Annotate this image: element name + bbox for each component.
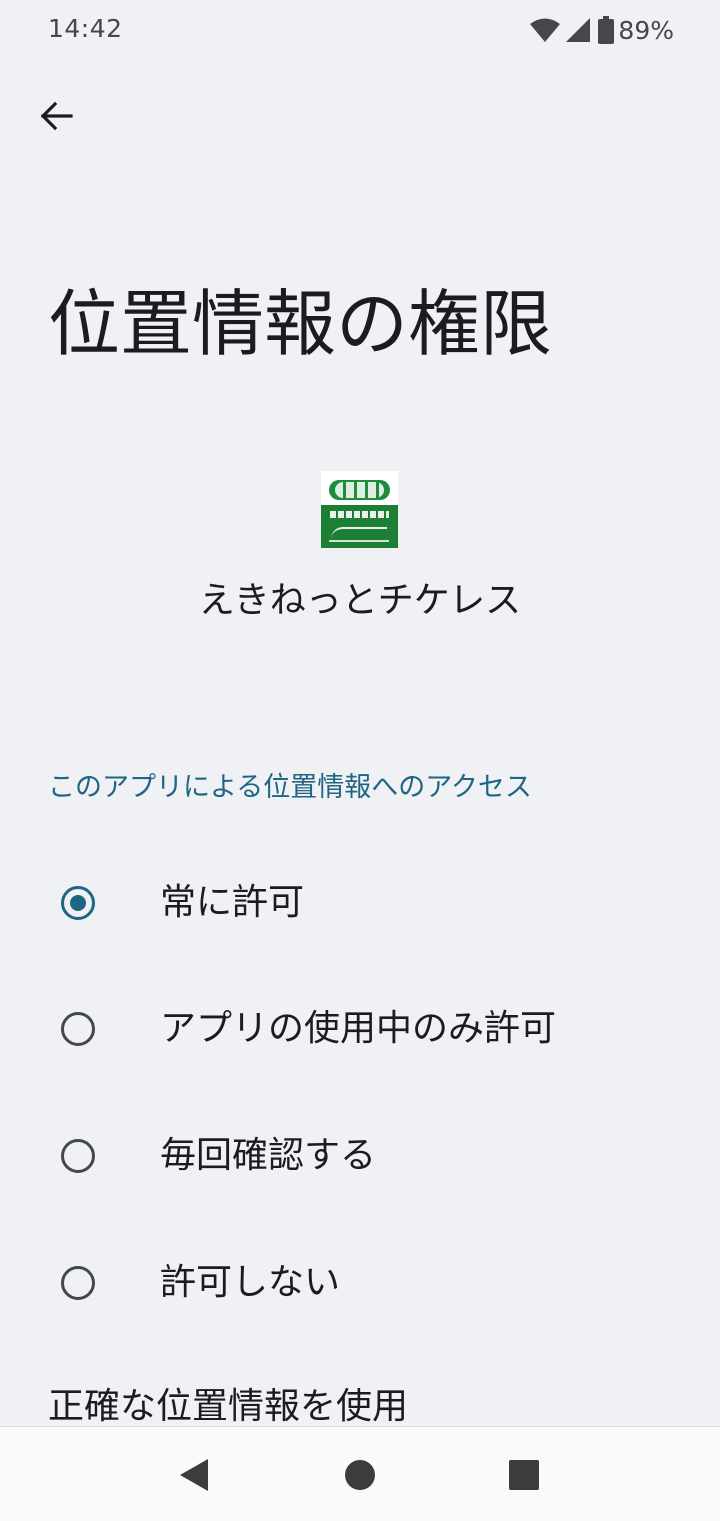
ekinet-ticketless-app-icon bbox=[321, 471, 398, 548]
app-name: えきねっとチケレス bbox=[198, 580, 522, 621]
radio-button[interactable] bbox=[61, 1012, 95, 1046]
nav-recents-square-icon bbox=[509, 1460, 539, 1490]
radio-option-while-using[interactable]: アプリの使用中のみ許可 bbox=[0, 974, 720, 1084]
page-title: 位置情報の権限 bbox=[48, 282, 553, 366]
radio-option-deny[interactable]: 許可しない bbox=[0, 1228, 720, 1338]
nav-home-button[interactable] bbox=[332, 1447, 388, 1503]
radio-option-label: 毎回確認する bbox=[160, 1135, 377, 1176]
radio-option-ask-every-time[interactable]: 毎回確認する bbox=[0, 1101, 720, 1211]
arrow-back-icon bbox=[40, 101, 73, 131]
status-bar: 14:42 89% bbox=[0, 0, 720, 60]
nav-back-button[interactable] bbox=[166, 1447, 222, 1503]
radio-button[interactable] bbox=[61, 1266, 95, 1300]
status-icons: 89% bbox=[530, 14, 674, 46]
radio-option-label: 許可しない bbox=[160, 1262, 341, 1303]
nav-back-triangle-icon bbox=[180, 1459, 208, 1491]
radio-button-checked[interactable] bbox=[61, 886, 95, 920]
radio-option-always-allow[interactable]: 常に許可 bbox=[0, 848, 720, 958]
navigation-bar bbox=[0, 1426, 720, 1521]
radio-option-label: アプリの使用中のみ許可 bbox=[160, 1008, 557, 1049]
app-logo-mark bbox=[329, 480, 390, 500]
precise-location-item[interactable]: 正確な位置情報を使用 bbox=[48, 1382, 408, 1432]
radio-button[interactable] bbox=[61, 1139, 95, 1173]
radio-option-label: 常に許可 bbox=[160, 882, 305, 923]
train-icon bbox=[331, 527, 387, 539]
battery-icon bbox=[598, 16, 615, 44]
wifi-icon bbox=[530, 18, 561, 42]
section-header: このアプリによる位置情報へのアクセス bbox=[48, 772, 532, 803]
nav-home-circle-icon bbox=[345, 1460, 375, 1490]
nav-recents-button[interactable] bbox=[496, 1447, 552, 1503]
back-button[interactable] bbox=[24, 84, 88, 148]
status-time: 14:42 bbox=[48, 14, 123, 43]
signal-icon bbox=[566, 18, 591, 42]
battery-percent: 89% bbox=[618, 15, 674, 45]
